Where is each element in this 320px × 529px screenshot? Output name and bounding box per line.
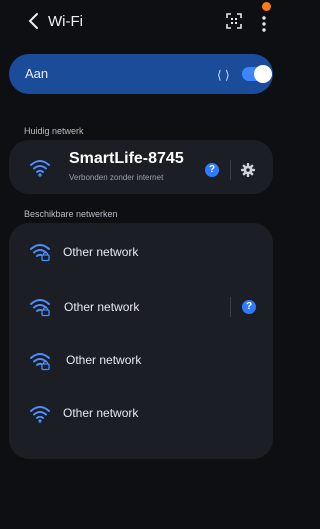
available-networks-list: Other network Other network ? Other netw… [9,223,273,459]
network-name: Other network [63,406,139,420]
wifi-lock-icon [30,353,50,371]
current-network-section-label: Huidig netwerk [24,126,84,136]
available-networks-section-label: Beschikbare netwerken [24,209,118,219]
network-row[interactable]: Other network ? [9,281,273,331]
toggle-knob [254,65,272,83]
wifi-lock-icon [30,244,50,262]
current-network-status: Verbonden zonder internet [69,173,164,182]
network-row[interactable]: Other network [9,226,273,276]
help-icon[interactable]: ? [242,300,256,314]
divider [230,297,231,317]
network-row[interactable]: Other network [9,387,273,437]
notification-badge [262,2,271,11]
current-network-card[interactable]: SmartLife-8745 Verbonden zonder internet… [9,140,273,194]
wifi-master-label: Aan [25,66,49,81]
qr-scan-icon[interactable] [226,13,242,29]
wifi-master-switch-row[interactable]: Aan ⟨ ⟩ [9,54,273,94]
help-icon[interactable]: ? [205,163,219,177]
wifi-icon [30,160,50,177]
current-network-name: SmartLife-8745 [69,150,184,167]
network-name: Other network [63,245,139,259]
top-app-bar: Wi-Fi [0,0,275,44]
network-name: Other network [64,300,140,314]
gear-icon[interactable] [241,163,255,177]
network-row[interactable]: Other network [9,334,273,384]
more-vertical-icon[interactable] [258,9,270,35]
divider [230,160,231,180]
wifi-lock-icon [30,299,50,317]
wifi-toggle[interactable] [242,65,272,83]
network-name: Other network [66,353,142,367]
back-chevron-icon[interactable] [26,11,42,31]
wifi-icon [30,406,50,423]
scanning-indicator-icon: ⟨ ⟩ [217,68,230,82]
page-title: Wi-Fi [48,13,83,30]
